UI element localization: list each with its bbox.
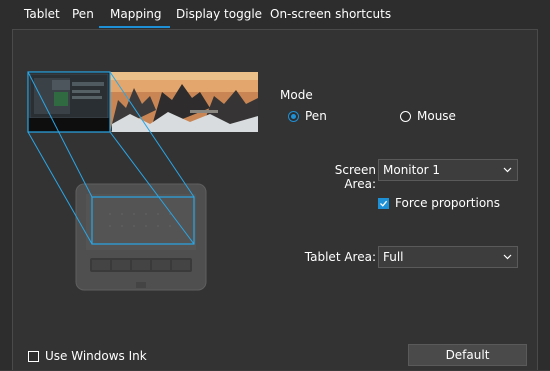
- tablet-area-label: Tablet Area:: [304, 250, 376, 264]
- radio-pen-label: Pen: [305, 109, 327, 123]
- chevron-down-icon: [503, 254, 512, 260]
- tablet-graphic: [75, 183, 207, 291]
- check-icon: [380, 200, 388, 207]
- mapping-preview: [27, 71, 258, 291]
- screen-area-select[interactable]: Monitor 1: [378, 159, 518, 181]
- mode-label: Mode: [280, 88, 313, 102]
- radio-mouse-label: Mouse: [417, 109, 456, 123]
- use-windows-ink-option[interactable]: Use Windows Ink: [28, 349, 147, 363]
- force-proportions-checkbox[interactable]: [378, 197, 389, 209]
- use-windows-ink-checkbox[interactable]: [28, 350, 39, 362]
- use-windows-ink-label: Use Windows Ink: [45, 349, 147, 363]
- monitor-2-thumbnail: [110, 72, 258, 132]
- force-proportions-option[interactable]: Force proportions: [378, 196, 500, 210]
- tablet-area-value: Full: [383, 250, 404, 264]
- mode-pen-option[interactable]: Pen: [288, 109, 327, 123]
- force-proportions-label: Force proportions: [395, 196, 501, 210]
- radio-pen[interactable]: [288, 110, 299, 122]
- screen-area-value: Monitor 1: [383, 163, 441, 177]
- mode-mouse-option[interactable]: Mouse: [400, 109, 456, 123]
- default-button[interactable]: Default: [408, 344, 527, 366]
- screen-area-label: Screen Area:: [334, 163, 376, 191]
- radio-mouse[interactable]: [400, 110, 411, 122]
- tablet-area-select[interactable]: Full: [378, 246, 518, 268]
- chevron-down-icon: [503, 167, 512, 173]
- monitor-1-thumbnail: [28, 72, 110, 132]
